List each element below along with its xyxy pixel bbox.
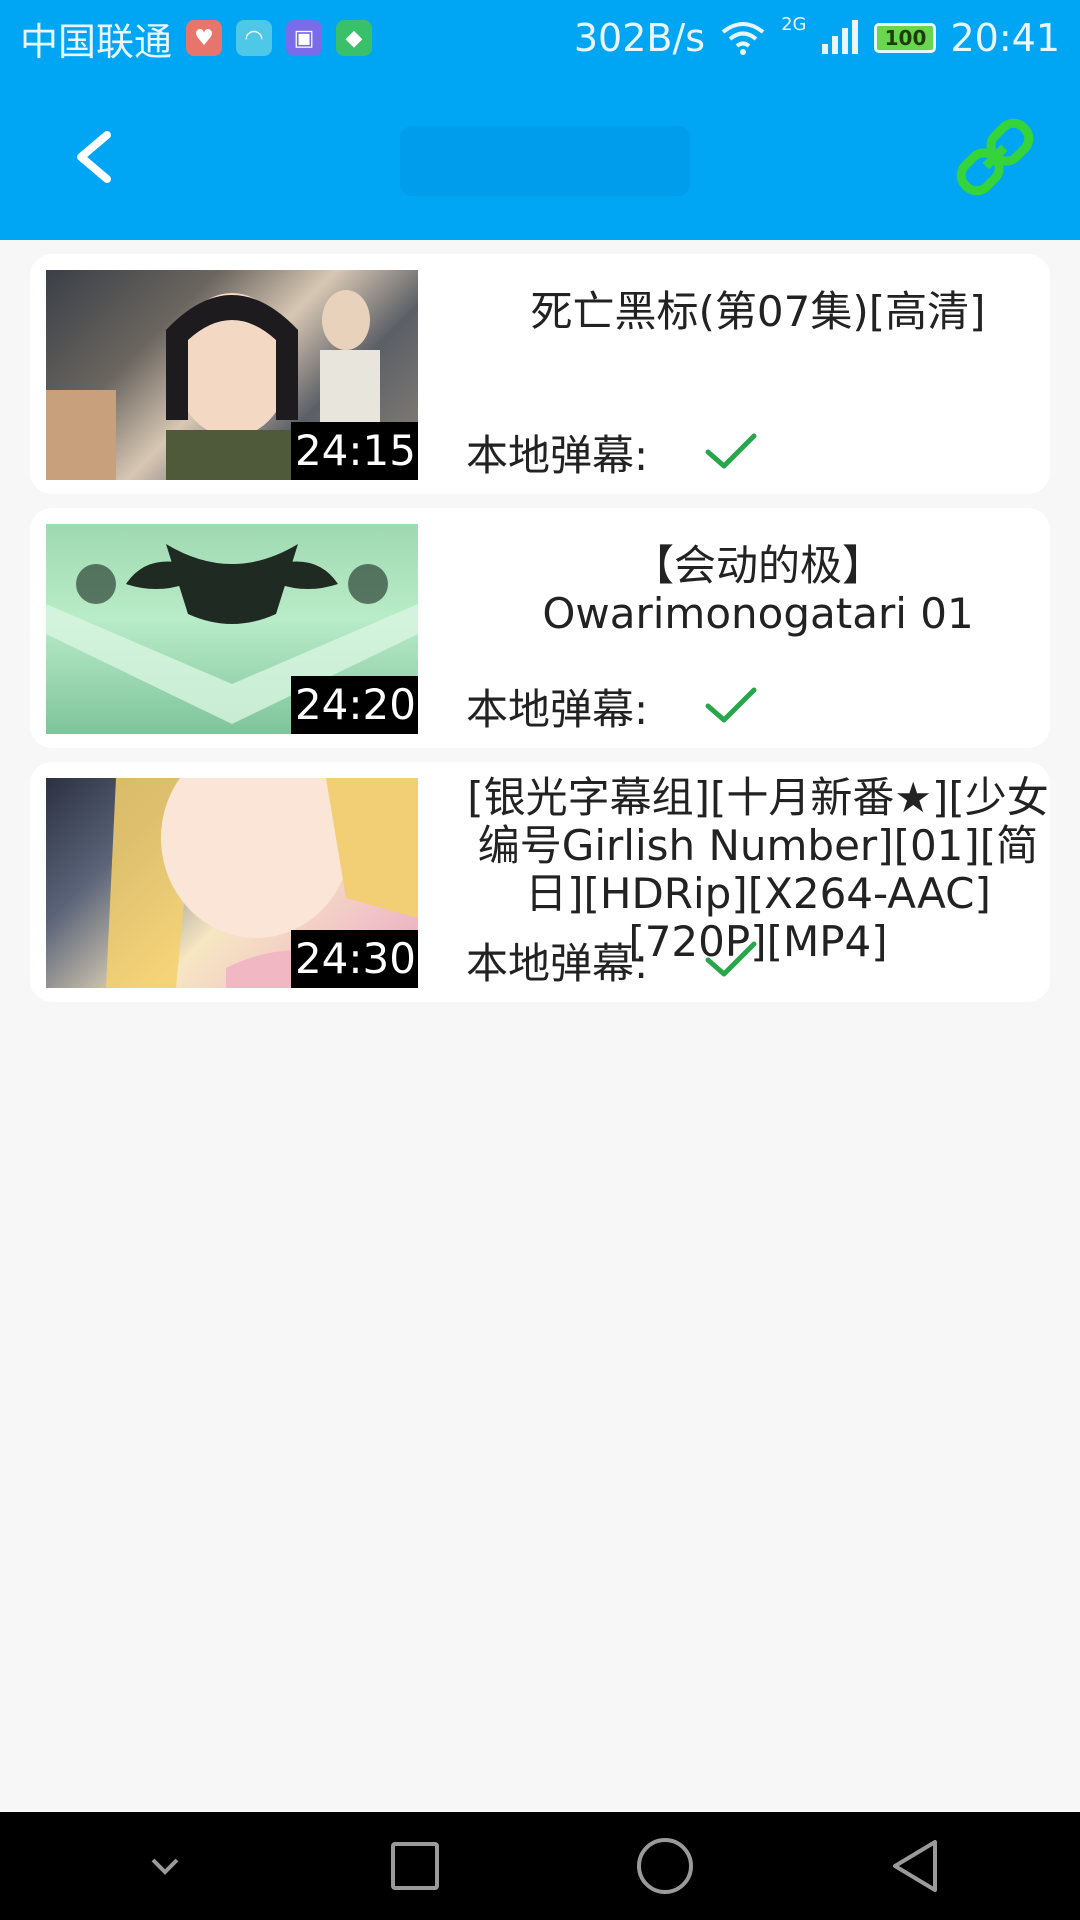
danmaku-row: 本地弹幕: xyxy=(466,934,758,988)
health-app-icon: ♥ xyxy=(186,20,223,56)
video-thumbnail: 24:20 xyxy=(46,524,418,734)
danmaku-row: 本地弹幕: xyxy=(466,426,758,480)
video-card[interactable]: 24:30 [银光字幕组][十月新番★][少女编号Girlish Number]… xyxy=(30,762,1050,1002)
danmaku-label: 本地弹幕: xyxy=(466,938,649,988)
video-list: 24:15 死亡黑标(第07集)[高清] 本地弹幕: 24:20 【会动的极】O… xyxy=(30,254,1050,1016)
video-duration: 24:30 xyxy=(290,930,418,988)
battery-indicator: 100 xyxy=(874,23,937,53)
status-left: 中国联通 ♥ ◠ ▣ ◆ xyxy=(20,11,373,66)
recent-apps-button[interactable] xyxy=(370,1821,460,1911)
carrier-label: 中国联通 xyxy=(20,19,173,64)
video-duration: 24:15 xyxy=(290,422,418,480)
check-icon xyxy=(705,941,757,977)
danmaku-row: 本地弹幕: xyxy=(466,680,758,734)
gallery-app-icon: ▣ xyxy=(286,20,323,56)
home-button[interactable] xyxy=(620,1821,710,1911)
toolbar xyxy=(0,76,1080,240)
status-right: 302B/s 2G 100 20:41 xyxy=(573,13,1060,61)
video-card[interactable]: 24:20 【会动的极】Owarimonogatari 01 本地弹幕: xyxy=(30,508,1050,748)
home-icon xyxy=(637,1838,693,1894)
chevron-down-icon xyxy=(151,1858,179,1875)
back-icon xyxy=(893,1840,937,1892)
chevron-left-icon xyxy=(77,131,111,183)
video-thumbnail: 24:15 xyxy=(46,270,418,480)
hide-nav-button[interactable] xyxy=(120,1821,210,1911)
video-duration: 24:20 xyxy=(290,676,418,734)
recent-apps-icon xyxy=(391,1842,439,1890)
wifi-icon xyxy=(721,22,765,55)
network-speed: 302B/s xyxy=(573,16,706,60)
danmaku-label: 本地弹幕: xyxy=(466,684,649,734)
video-title: 【会动的极】Owarimonogatari 01 xyxy=(542,541,974,638)
back-button[interactable] xyxy=(48,112,138,202)
check-icon xyxy=(705,687,757,723)
network-type: 2G xyxy=(781,13,807,35)
navigation-bar xyxy=(0,1812,1080,1920)
signal-icon xyxy=(822,20,859,54)
toolbar-title xyxy=(400,126,690,196)
link-button[interactable] xyxy=(950,112,1040,202)
shield-app-icon: ◆ xyxy=(336,20,373,56)
link-icon xyxy=(956,118,1034,196)
video-thumbnail: 24:30 xyxy=(46,778,418,988)
danmaku-label: 本地弹幕: xyxy=(466,430,649,480)
android-app-icon: ◠ xyxy=(236,20,273,56)
status-bar: 中国联通 ♥ ◠ ▣ ◆ 302B/s 2G 100 20:41 xyxy=(0,0,1080,76)
clock: 20:41 xyxy=(950,16,1060,60)
check-icon xyxy=(705,433,757,469)
video-title: 死亡黑标(第07集)[高清] xyxy=(530,287,986,336)
system-back-button[interactable] xyxy=(870,1821,960,1911)
video-card[interactable]: 24:15 死亡黑标(第07集)[高清] 本地弹幕: xyxy=(30,254,1050,494)
